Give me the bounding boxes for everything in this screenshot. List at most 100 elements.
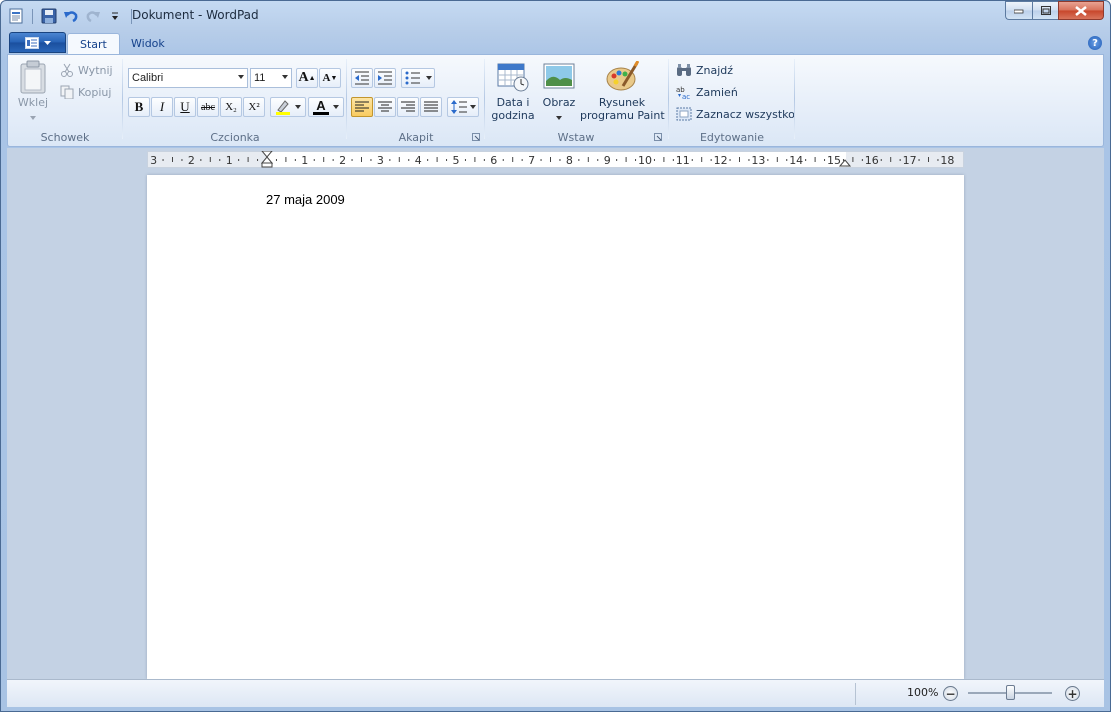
italic-button[interactable]: I (151, 97, 173, 117)
paste-icon (20, 60, 46, 94)
superscript-button[interactable]: X² (243, 97, 265, 117)
ruler-tick (408, 159, 410, 161)
dialog-launcher-icon[interactable] (654, 133, 662, 141)
bullet-list-button[interactable] (401, 68, 435, 88)
align-center-button[interactable] (374, 97, 396, 117)
status-divider (855, 683, 856, 705)
line-spacing-button[interactable] (447, 97, 479, 117)
ruler-tick (238, 159, 240, 161)
ruler-tick (474, 157, 476, 162)
paint-drawing-button[interactable]: Rysunek programu Paint (580, 61, 665, 122)
ruler-tick (559, 159, 561, 161)
calendar-clock-icon (497, 63, 529, 92)
undo-icon[interactable] (62, 7, 80, 25)
strikethrough-button[interactable]: abc (197, 97, 219, 117)
help-icon[interactable]: ? (1088, 36, 1102, 50)
font-family-value: Calibri (132, 72, 164, 84)
select-all-button[interactable]: Zaznacz wszystko (676, 107, 795, 121)
font-family-combo[interactable]: Calibri (128, 68, 248, 88)
dialog-launcher-icon[interactable] (472, 133, 480, 141)
font-color-button[interactable]: A (308, 97, 344, 117)
ruler-tick (937, 159, 939, 161)
clipboard-group: Wklej Wytnij Kopiuj Schowek (8, 55, 122, 146)
shrink-font-glyph: A (322, 72, 331, 84)
document-text[interactable]: 27 maja 2009 (266, 192, 345, 207)
ruler-tick (691, 159, 693, 161)
ruler-tick (294, 159, 296, 161)
tab-widok[interactable]: Widok (119, 33, 177, 55)
copy-button[interactable]: Kopiuj (60, 85, 111, 99)
ruler-tick (824, 159, 826, 161)
group-separator (668, 59, 669, 139)
ruler-label: 11 (676, 154, 690, 167)
ruler-label: 5 (453, 154, 460, 167)
font-size-combo[interactable]: 11 (250, 68, 292, 88)
font-group: Calibri 11 A ▲ A ▼ B I U abc X₂ X² A Czc… (124, 55, 346, 146)
zoom-in-button[interactable]: + (1065, 686, 1080, 701)
underline-button[interactable]: U (174, 97, 196, 117)
grow-font-button[interactable]: A ▲ (296, 68, 318, 88)
align-right-icon (401, 101, 415, 112)
zoom-out-button[interactable]: − (943, 686, 958, 701)
document-page[interactable]: 27 maja 2009 (147, 175, 964, 679)
decrease-indent-button[interactable] (351, 68, 373, 88)
ruler-label: 16 (865, 154, 879, 167)
maximize-button[interactable] (1032, 1, 1058, 20)
cut-button[interactable]: Wytnij (60, 63, 113, 77)
paragraph-group-label: Akapit (398, 131, 434, 144)
redo-icon[interactable] (84, 7, 102, 25)
minimize-button[interactable] (1005, 1, 1032, 20)
align-right-button[interactable] (397, 97, 419, 117)
ruler-label: 18 (940, 154, 954, 167)
customize-qat-icon[interactable] (106, 7, 124, 25)
ruler-tick (918, 159, 920, 161)
picture-button[interactable]: Obraz (540, 61, 578, 123)
bullet-list-icon (405, 71, 420, 85)
document-menu-icon (24, 36, 39, 49)
date-time-button[interactable]: Data i godzina (490, 61, 536, 122)
shrink-font-button[interactable]: A ▼ (319, 68, 341, 88)
find-button[interactable]: Znajdź (676, 63, 733, 77)
insert-group-label: Wstaw (557, 131, 595, 144)
ruler-label: 3 (377, 154, 384, 167)
replace-button[interactable]: ab ac Zamień (676, 85, 738, 100)
save-icon[interactable] (40, 7, 58, 25)
copy-icon (60, 85, 74, 99)
zoom-slider-thumb[interactable] (1006, 685, 1015, 700)
subscript-button[interactable]: X₂ (220, 97, 242, 117)
font-size-value: 11 (254, 72, 266, 84)
ruler-tick (361, 157, 362, 162)
justify-button[interactable] (420, 97, 442, 117)
wordpad-app-icon[interactable] (7, 7, 25, 25)
group-separator (484, 59, 485, 139)
ruler-tick (805, 159, 807, 161)
ruler-tick (578, 159, 580, 161)
select-all-label: Zaznacz wszystko (696, 107, 795, 121)
paste-button[interactable]: Wklej (14, 60, 52, 122)
ruler-tick (625, 157, 627, 162)
quick-access-toolbar (7, 7, 135, 25)
ruler-label: 13 (751, 154, 765, 167)
tab-start[interactable]: Start (67, 33, 120, 55)
ribbon: Wklej Wytnij Kopiuj Schowek Calibri 11 A… (7, 54, 1104, 147)
justify-icon (424, 101, 438, 112)
editing-group: Znajdź ab ac Zamień Zaznacz wszystko Edyt… (670, 55, 795, 146)
bold-button[interactable]: B (128, 97, 150, 117)
right-indent-marker[interactable] (839, 158, 851, 168)
ruler[interactable]: 3 2 1 1 2 3 4 5 6 7 8 9 10 11 12 13 14 15 16 17 18 (147, 151, 964, 168)
picture-icon (543, 63, 575, 89)
font-group-label: Czcionka (210, 131, 260, 144)
ruler-tick (814, 157, 816, 162)
ruler-tick (351, 159, 353, 161)
application-menu-button[interactable] (9, 32, 66, 53)
close-button[interactable] (1058, 1, 1104, 20)
chevron-down-icon (426, 76, 432, 80)
title-bar: Dokument - WordPad (1, 1, 1110, 31)
ruler-tick (550, 157, 551, 162)
indent-marker[interactable] (261, 151, 273, 168)
font-color-glyph: A (316, 97, 326, 113)
ruler-label: 10 (638, 154, 652, 167)
align-left-button[interactable] (351, 97, 373, 117)
increase-indent-button[interactable] (374, 68, 396, 88)
highlight-color-button[interactable] (270, 97, 306, 117)
